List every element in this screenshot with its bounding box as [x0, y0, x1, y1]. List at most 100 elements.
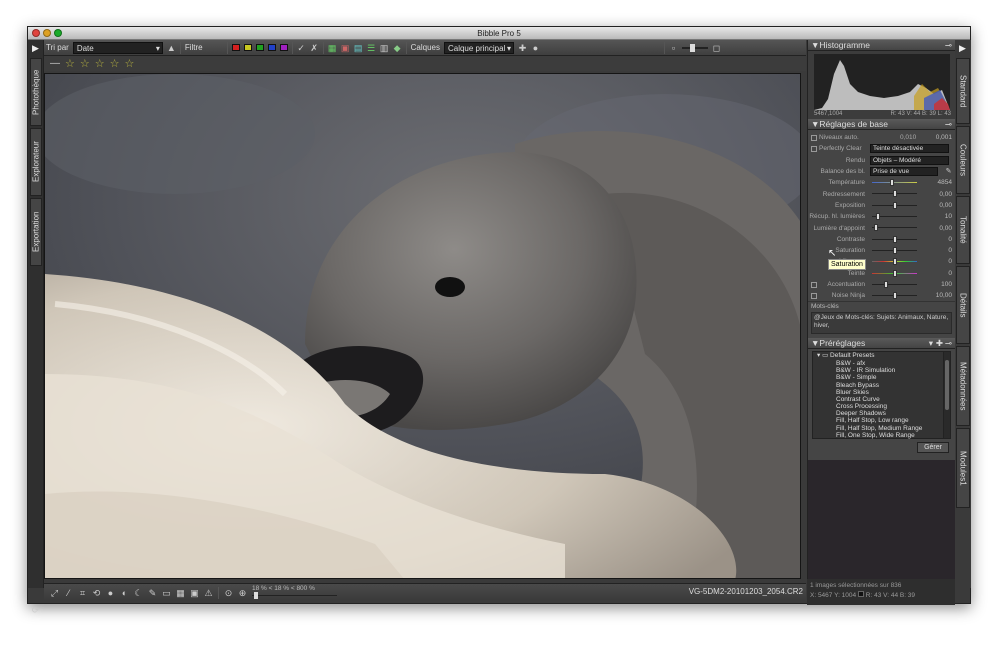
- slider-thumb[interactable]: [892, 258, 897, 266]
- scrollbar-thumb[interactable]: [945, 360, 949, 411]
- auto-levels-checkbox[interactable]: [811, 134, 817, 141]
- slider-thumb[interactable]: [892, 201, 897, 209]
- auto-levels-value-2[interactable]: 0,001: [936, 134, 952, 141]
- adjustment-slider[interactable]: [872, 292, 917, 300]
- slider-value[interactable]: 0,00: [939, 202, 952, 209]
- grid-icon[interactable]: ▦: [176, 587, 185, 599]
- thumbnail-size-slider[interactable]: [681, 43, 708, 52]
- rendu-dropdown[interactable]: Objets – Modéré: [870, 155, 949, 165]
- perfectly-clear-checkbox[interactable]: [811, 145, 817, 152]
- color-label-red[interactable]: [231, 44, 240, 51]
- slider-thumb[interactable]: [884, 280, 889, 288]
- sort-dropdown[interactable]: Date ▾: [72, 41, 163, 54]
- presets-list[interactable]: ▾ ▭ Default Presets B&W - afx B&W - IR Si…: [812, 351, 951, 440]
- panel-menu-icon[interactable]: ⊸: [945, 40, 952, 51]
- screen-icon[interactable]: ▭: [162, 587, 171, 599]
- slider-thumb[interactable]: [892, 246, 897, 254]
- reject-icon[interactable]: ✗: [310, 42, 319, 54]
- preset-item[interactable]: Fill, One Stop, Wide Range: [813, 432, 950, 439]
- zoom-icon[interactable]: ⊕: [238, 587, 247, 599]
- small-thumb-icon[interactable]: ▫: [669, 42, 678, 54]
- adjustment-slider[interactable]: [872, 246, 917, 254]
- adjustment-slider[interactable]: [872, 201, 917, 209]
- slider-thumb[interactable]: [890, 179, 895, 187]
- minimize-window-button[interactable]: [43, 29, 51, 37]
- crop-icon[interactable]: ⌗: [78, 587, 87, 599]
- adjustment-slider[interactable]: [872, 235, 917, 243]
- sync-icon[interactable]: ⟳: [31, 604, 40, 616]
- slider-value[interactable]: 0: [948, 258, 952, 265]
- tab-metadonnees[interactable]: Métadonnées: [956, 346, 970, 426]
- color-label-green[interactable]: [255, 44, 264, 51]
- zoom-slider[interactable]: [252, 594, 337, 596]
- adjustment-slider[interactable]: [872, 224, 917, 232]
- white-balance-dropdown[interactable]: Prise de vue: [870, 167, 938, 177]
- preset-item[interactable]: B&W - IR Simulation: [813, 367, 950, 374]
- rotate-icon[interactable]: ⟲: [92, 587, 101, 599]
- collapse-right-arrow-icon[interactable]: ▶: [958, 42, 967, 54]
- adjustment-slider[interactable]: [872, 280, 917, 288]
- slider-value[interactable]: 4854: [938, 179, 952, 186]
- slider-value[interactable]: 10,00: [936, 292, 952, 299]
- color-label-blue[interactable]: [267, 44, 276, 51]
- adjustment-slider[interactable]: [872, 269, 917, 277]
- eyedropper-icon[interactable]: ✎: [944, 166, 953, 178]
- pen-icon[interactable]: ✎: [148, 587, 157, 599]
- keywords-field[interactable]: @Jeux de Mots-clés: Sujets: Animaux, Nat…: [811, 312, 952, 335]
- slider-value[interactable]: 0: [948, 247, 952, 254]
- preset-item[interactable]: Deeper Shadows: [813, 410, 950, 417]
- tab-exportation[interactable]: Exportation: [30, 198, 42, 266]
- view-grid-icon[interactable]: ▦: [328, 42, 337, 54]
- tab-explorateur[interactable]: Explorateur: [30, 128, 42, 196]
- main-photo[interactable]: [44, 73, 801, 579]
- preset-item[interactable]: Fill, Half Stop, Low range: [813, 417, 950, 424]
- tab-couleurs[interactable]: Couleurs: [956, 126, 970, 194]
- brush-icon[interactable]: ⁄: [64, 587, 73, 599]
- manage-button[interactable]: Gérer: [917, 442, 949, 454]
- slider-value[interactable]: 10: [945, 213, 952, 220]
- slider-value[interactable]: 0,00: [939, 191, 952, 198]
- preset-item[interactable]: Bleach Bypass: [813, 382, 950, 389]
- tab-tonalite[interactable]: Tonalité: [956, 196, 970, 264]
- color-label-purple[interactable]: [279, 44, 288, 51]
- slider-thumb[interactable]: [892, 190, 897, 198]
- large-thumb-icon[interactable]: ◻: [712, 42, 721, 54]
- view-single-icon[interactable]: ▤: [354, 42, 363, 54]
- preset-item[interactable]: Cross Processing: [813, 403, 950, 410]
- preset-item[interactable]: Bluer Skies: [813, 389, 950, 396]
- chevron-down-icon[interactable]: ▾: [929, 338, 933, 349]
- slider-value[interactable]: 100: [941, 281, 952, 288]
- no-rating-icon[interactable]: —: [50, 58, 60, 69]
- add-layer-icon[interactable]: ✚: [518, 42, 527, 54]
- layers-view-icon[interactable]: ◆: [393, 42, 402, 54]
- slider-thumb[interactable]: [876, 213, 881, 221]
- view-compare-icon[interactable]: ▣: [341, 42, 350, 54]
- star-icon[interactable]: ☆: [95, 58, 105, 70]
- tab-modules[interactable]: Modules1: [956, 428, 970, 508]
- close-window-button[interactable]: [32, 29, 40, 37]
- slider-thumb[interactable]: [892, 292, 897, 300]
- panel-menu-icon[interactable]: ⊸: [945, 338, 952, 349]
- color-label-yellow[interactable]: [243, 44, 252, 51]
- moon-icon[interactable]: ☾: [134, 587, 143, 599]
- slider-enable-checkbox[interactable]: [811, 281, 817, 288]
- slider-thumb[interactable]: [892, 269, 897, 277]
- slider-value[interactable]: 0,00: [939, 225, 952, 232]
- lock-icon[interactable]: ▣: [190, 587, 199, 599]
- star-icon[interactable]: ☆: [65, 58, 75, 70]
- layer-dropdown[interactable]: Calque principal ▾: [443, 41, 514, 54]
- adjustment-slider[interactable]: [872, 213, 917, 221]
- collapse-left-arrow-icon[interactable]: ▶: [31, 42, 40, 54]
- layer-dot-icon[interactable]: ●: [531, 42, 540, 54]
- perfectly-clear-dropdown[interactable]: Teinte désactivée: [870, 144, 949, 154]
- view-film-icon[interactable]: ▥: [380, 42, 389, 54]
- zoom-window-button[interactable]: [54, 29, 62, 37]
- slider-thumb[interactable]: [874, 224, 879, 232]
- slider-value[interactable]: 0: [948, 270, 952, 277]
- adjustment-slider[interactable]: [872, 258, 917, 266]
- check-icon[interactable]: ✓: [297, 42, 306, 54]
- preset-item[interactable]: B&W - Simple: [813, 374, 950, 381]
- slider-value[interactable]: 0: [948, 236, 952, 243]
- slider-thumb[interactable]: [892, 235, 897, 243]
- panel-menu-icon[interactable]: ⊸: [945, 119, 952, 130]
